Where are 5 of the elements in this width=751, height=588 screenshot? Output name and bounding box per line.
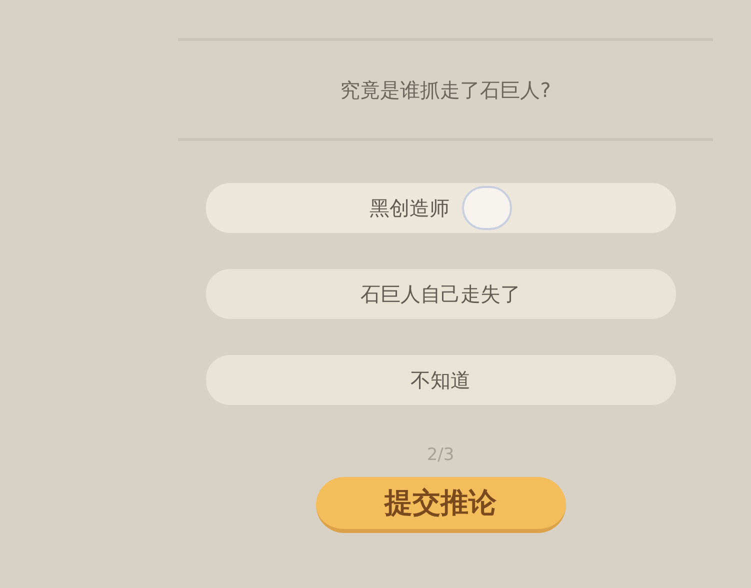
question-text: 究竟是谁抓走了石巨人?	[340, 77, 551, 104]
answer-option[interactable]: 黑创造师	[206, 183, 676, 233]
answer-option[interactable]: 不知道	[206, 355, 676, 405]
answer-option[interactable]: 石巨人自己走失了	[206, 269, 676, 319]
submit-button[interactable]: 提交推论	[316, 476, 566, 532]
